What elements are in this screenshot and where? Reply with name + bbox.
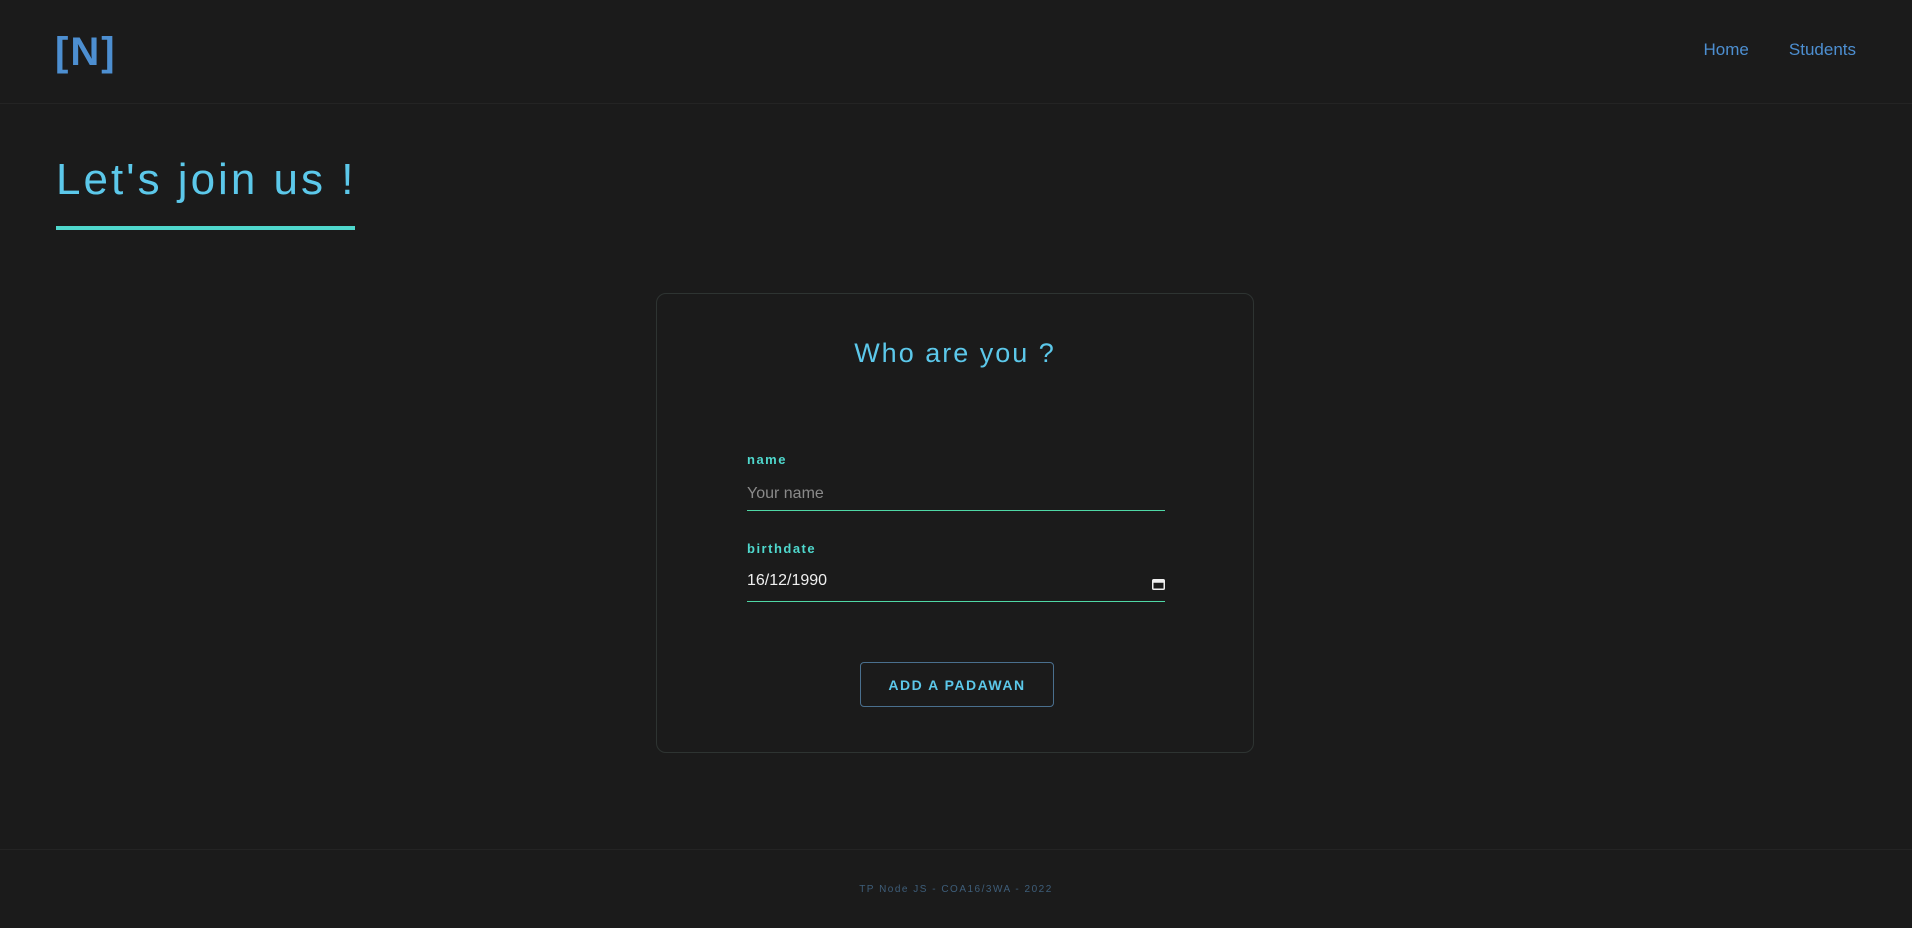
page: [N] Home Students Let's join us ! Who ar… <box>0 0 1912 928</box>
birthdate-label: birthdate <box>747 541 817 556</box>
nav-link-students[interactable]: Students <box>1789 38 1856 62</box>
birthdate-field[interactable]: 16/12/1990 <box>747 566 1165 602</box>
name-label: name <box>747 452 787 467</box>
name-field <box>747 477 1165 511</box>
title-underline <box>56 226 355 230</box>
site-footer: TP Node JS - COA16/3WA - 2022 <box>0 849 1912 928</box>
main-nav: Home Students <box>1704 38 1856 62</box>
page-title: Let's join us ! <box>56 155 357 204</box>
footer-text: TP Node JS - COA16/3WA - 2022 <box>859 884 1053 895</box>
add-padawan-button[interactable]: ADD A PADAWAN <box>860 662 1054 707</box>
birthdate-value[interactable]: 16/12/1990 <box>747 571 827 591</box>
nav-link-home[interactable]: Home <box>1704 38 1749 62</box>
logo[interactable]: [N] <box>55 28 117 76</box>
join-form-card: Who are you ? name birthdate 16/12/1990 … <box>656 293 1254 753</box>
site-header: [N] Home Students <box>0 0 1912 104</box>
calendar-icon[interactable] <box>1152 577 1165 590</box>
form-title: Who are you ? <box>854 338 1056 368</box>
name-input[interactable] <box>747 477 1165 510</box>
